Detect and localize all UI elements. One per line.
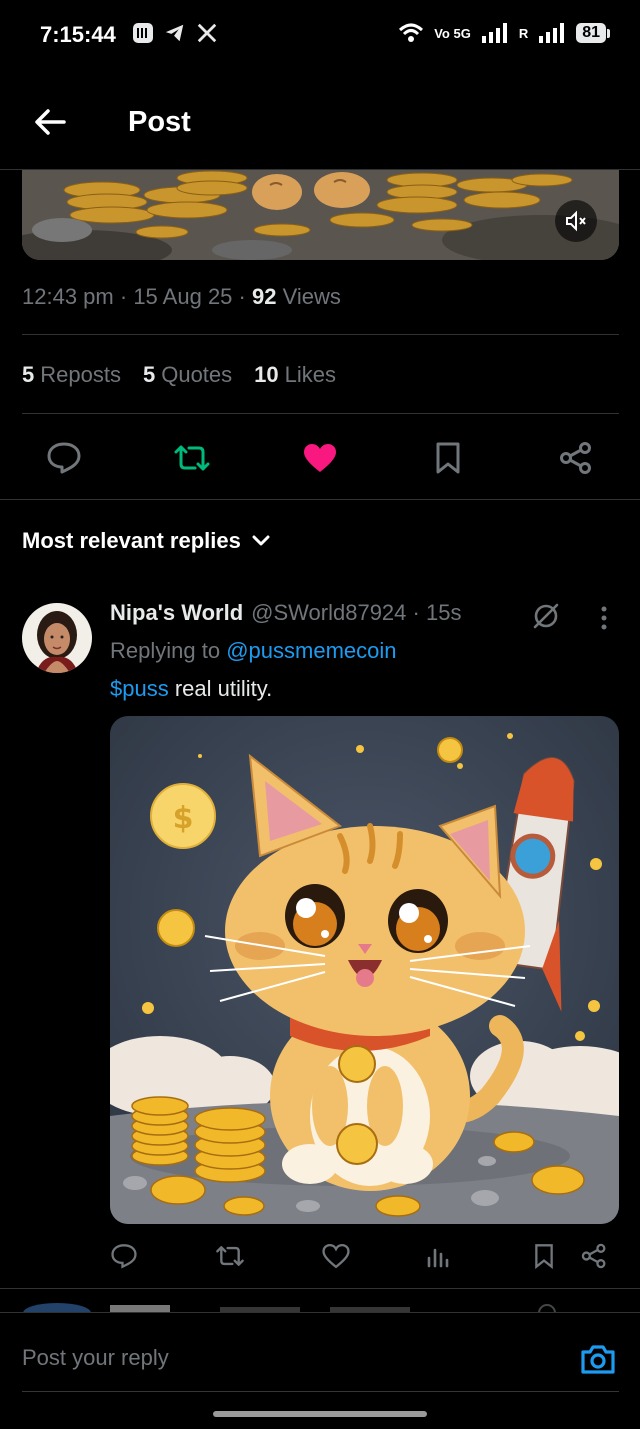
home-indicator[interactable] (213, 1411, 427, 1417)
more-vertical-icon (601, 606, 607, 630)
bookmark-button[interactable] (428, 438, 468, 478)
volume-muted-icon (566, 210, 586, 232)
battery-level: 81 (576, 23, 606, 43)
more-options-button[interactable] (590, 600, 618, 636)
back-button[interactable] (30, 102, 70, 142)
share-button[interactable] (556, 438, 596, 478)
bookmark-icon (535, 1244, 553, 1269)
comment-icon (47, 442, 81, 474)
signal-strength-2-icon (539, 23, 565, 43)
reply-like-button[interactable] (318, 1236, 354, 1276)
views-label: Views (282, 284, 341, 309)
telegram-icon (165, 24, 184, 42)
roaming-label: R (518, 25, 529, 41)
heart-icon (322, 1243, 350, 1269)
heart-filled-icon (304, 444, 336, 472)
reply-comment-button[interactable] (106, 1236, 142, 1276)
likes-stat[interactable]: 10 Likes (254, 362, 336, 388)
section-divider (0, 499, 640, 500)
repost-icon (216, 1246, 244, 1266)
reply-text: $puss real utility. (110, 676, 273, 701)
share-icon (560, 442, 591, 474)
grok-button[interactable] (528, 598, 564, 634)
replying-to-mention[interactable]: @pussmemecoin (226, 638, 396, 663)
grok-icon (533, 603, 559, 629)
avatar[interactable] (22, 603, 92, 673)
camera-button[interactable] (576, 1337, 620, 1381)
divider (22, 413, 619, 414)
comment-icon (111, 1244, 137, 1269)
header: Post (0, 80, 640, 170)
arrow-left-icon (35, 109, 66, 135)
clock-app-icon (133, 23, 153, 43)
quotes-count: 5 (142, 362, 156, 387)
replies-sort-dropdown[interactable]: Most relevant replies (22, 528, 271, 554)
views-count: 92 (252, 284, 277, 309)
post-media[interactable] (22, 170, 619, 260)
reply-share-button[interactable] (576, 1236, 612, 1276)
reply-composer: Post your reply (0, 1312, 640, 1429)
reposts-label: Reposts (40, 362, 121, 387)
post-media-image (22, 170, 619, 260)
replying-to-line: Replying to @pussmemecoin (110, 638, 397, 663)
wifi-icon (399, 23, 424, 42)
camera-icon (581, 1345, 615, 1374)
bookmark-icon (436, 442, 460, 474)
network-type-label: Vo 5G (434, 25, 471, 41)
chevron-down-icon (252, 535, 270, 546)
repost-icon (174, 445, 210, 471)
reply-media[interactable]: $ (110, 716, 619, 1224)
share-icon (581, 1243, 606, 1269)
repost-button[interactable] (172, 438, 212, 478)
reply-input[interactable]: Post your reply (22, 1345, 169, 1371)
post-action-bar (0, 430, 640, 488)
likes-label: Likes (284, 362, 336, 387)
next-reply-peek (0, 1300, 640, 1312)
post-date: 15 Aug 25 (133, 284, 233, 309)
post-time: 12:43 pm (22, 284, 114, 309)
reposts-stat[interactable]: 5 Reposts (22, 362, 121, 388)
battery-icon: 81 (576, 23, 610, 43)
reply-header: Nipa's World @SWorld87924 · 15s (110, 600, 461, 626)
like-button[interactable] (300, 438, 340, 478)
reply-bookmark-button[interactable] (526, 1236, 562, 1276)
signal-strength-icon (481, 23, 507, 43)
reply-button[interactable] (44, 438, 84, 478)
likes-count: 10 (254, 362, 279, 387)
cartoon-cat-rocket-image: $ (110, 716, 619, 1224)
svg-text:$: $ (173, 801, 194, 836)
divider (22, 334, 619, 335)
replies-sort-label: Most relevant replies (22, 528, 241, 553)
x-logo-icon (197, 23, 217, 43)
avatar-image (22, 603, 92, 673)
mute-button[interactable] (555, 200, 597, 242)
engagement-stats: 5 Reposts 5 Quotes 10 Likes (22, 362, 336, 388)
analytics-icon (427, 1248, 449, 1268)
reply-age: 15s (425, 600, 462, 625)
quotes-stat[interactable]: 5 Quotes (143, 362, 232, 388)
status-bar: 7:15:44 Vo 5G R 81 (0, 0, 640, 72)
page-title: Post (128, 106, 191, 138)
reply-action-bar (0, 1236, 640, 1276)
reply-author-handle: @SWorld87924 · 15s (251, 600, 462, 625)
post-timestamp: 12:43 pm · 15 Aug 25 · 92 Views (22, 284, 341, 309)
reply-views-button[interactable] (420, 1236, 456, 1276)
reposts-count: 5 (22, 362, 35, 387)
divider (0, 1288, 640, 1289)
status-time: 7:15:44 (40, 22, 116, 47)
cashtag-link[interactable]: $puss (110, 676, 169, 701)
reply-repost-button[interactable] (212, 1236, 248, 1276)
reply-author-name[interactable]: Nipa's World (110, 600, 243, 626)
quotes-label: Quotes (161, 362, 233, 387)
